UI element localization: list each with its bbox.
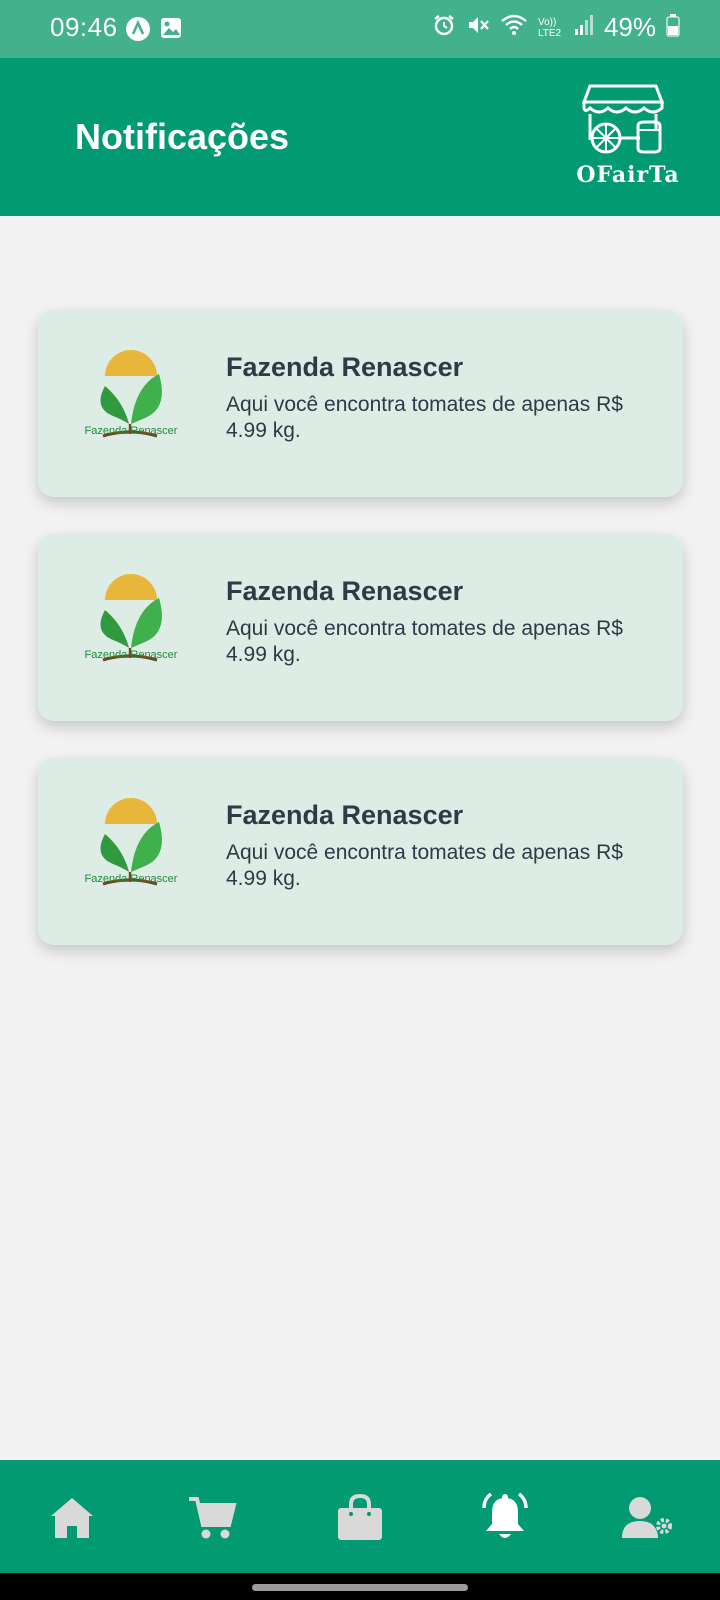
nav-orders[interactable]: [330, 1488, 390, 1548]
status-time: 09:46: [50, 12, 118, 42]
notification-title: Fazenda Renascer: [226, 800, 464, 830]
mute-icon: [466, 13, 490, 42]
status-left-icons: [125, 16, 183, 47]
notifications-screen: 09:46 Vo)) LTE2 49% Notificações OFairTa…: [0, 0, 720, 1600]
alarm-icon: [432, 13, 456, 42]
farm-logo-text: Fazenda Renascer: [84, 649, 178, 661]
status-bar: 09:46 Vo)) LTE2 49%: [0, 0, 720, 58]
page-title: Notificações: [75, 116, 290, 157]
battery-icon: [666, 13, 680, 42]
nav-profile-settings[interactable]: [617, 1488, 677, 1548]
nav-notifications[interactable]: [475, 1488, 535, 1548]
gesture-handle[interactable]: [252, 1584, 468, 1591]
notification-message: Aqui você encontra tomates de apenas R$ …: [226, 393, 623, 442]
home-icon: [51, 1498, 93, 1538]
network-label: Vo)) LTE2: [537, 16, 562, 39]
notification-card[interactable]: Fazenda Renascer Fazenda Renascer Aqui v…: [38, 310, 683, 497]
nav-home[interactable]: [42, 1488, 102, 1548]
farm-logo-text: Fazenda Renascer: [84, 425, 178, 437]
cart-icon: [189, 1497, 237, 1539]
notification-card[interactable]: Fazenda Renascer Fazenda Renascer Aqui v…: [38, 534, 683, 721]
wifi-icon: [500, 13, 528, 42]
bottom-nav: [0, 1460, 720, 1573]
notification-message: Aqui você encontra tomates de apenas R$ …: [226, 841, 623, 890]
notification-list: Fazenda Renascer Fazenda Renascer Aqui v…: [38, 310, 683, 982]
system-gesture-bar: [0, 1573, 720, 1600]
notification-message: Aqui você encontra tomates de apenas R$ …: [226, 617, 623, 666]
bell-icon: [482, 1492, 528, 1538]
battery-level: 49%: [603, 12, 656, 42]
farm-logo-text: Fazenda Renascer: [84, 873, 178, 885]
signal-icon: [574, 14, 594, 41]
notification-title: Fazenda Renascer: [226, 352, 464, 382]
notification-card[interactable]: Fazenda Renascer Fazenda Renascer Aqui v…: [38, 758, 683, 945]
notification-title: Fazenda Renascer: [226, 576, 464, 606]
app-notification-icon: [125, 16, 151, 47]
app-header: Notificações OFairTa: [0, 58, 720, 216]
nav-cart[interactable]: [182, 1488, 242, 1548]
status-right-icons: Vo)) LTE2 49%: [432, 12, 680, 43]
brand-logo[interactable]: [568, 80, 688, 208]
user-settings-icon: [622, 1497, 672, 1538]
market-stall-icon: [581, 84, 665, 154]
gallery-icon: [159, 16, 183, 47]
brand-name: OFairTa: [576, 162, 680, 188]
shopping-bag-icon: [338, 1494, 382, 1540]
